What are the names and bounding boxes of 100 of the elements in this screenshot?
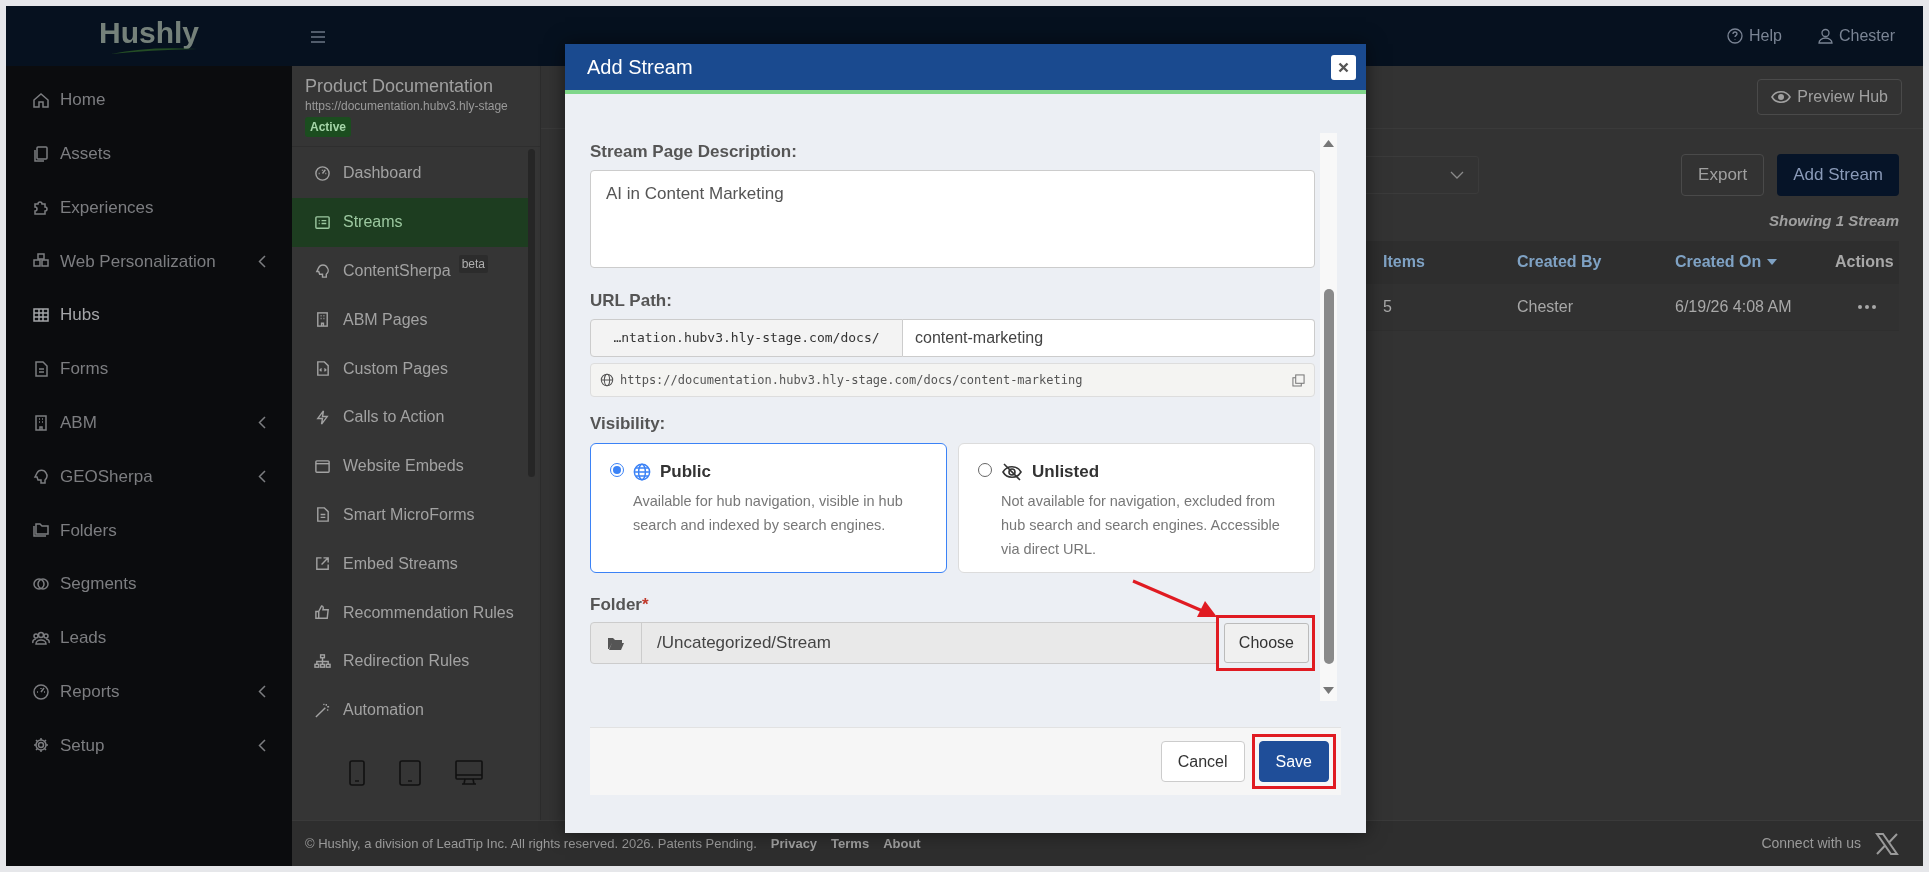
nav-item[interactable]: Setup	[6, 718, 292, 773]
hub-nav-item[interactable]: Redirection Rules	[292, 636, 528, 686]
beta-tag: beta	[458, 254, 488, 273]
nav-item[interactable]: ABM	[6, 395, 292, 450]
nav-item[interactable]: Assets	[6, 126, 292, 181]
add-stream-button[interactable]: Add Stream	[1777, 154, 1899, 196]
choose-button[interactable]: Choose	[1223, 623, 1309, 663]
x-logo-icon[interactable]	[1875, 831, 1899, 856]
hub-nav-item[interactable]: Website Embeds	[292, 441, 528, 491]
scrollbar-thumb[interactable]	[1323, 289, 1334, 664]
scroll-down-icon[interactable]	[1323, 687, 1334, 694]
menu-icon[interactable]	[310, 30, 326, 44]
nav-item[interactable]: Web Personalization	[6, 234, 292, 289]
folders-icon	[32, 521, 50, 540]
hub-nav-item[interactable]: Automation	[292, 685, 528, 735]
scrollbar[interactable]	[528, 149, 535, 477]
scroll-up-icon[interactable]	[1323, 140, 1334, 147]
scrollbar[interactable]	[1320, 133, 1337, 701]
option-description: Not available for navigation, excluded from hub search and search engines. Accessible via direct URL.	[1001, 491, 1281, 559]
option-description: Available for hub navigation, visible in hub search and indexed by search engines.	[633, 491, 904, 535]
column-header[interactable]: Created On	[1675, 250, 1835, 274]
share-icon	[314, 555, 331, 573]
user-icon	[1817, 28, 1833, 44]
column-header[interactable]: Items	[1383, 250, 1517, 274]
visibility-option[interactable]: Public Available for hub navigation, visible in hub search and indexed by search engines.	[590, 443, 947, 573]
copy-icon	[32, 144, 50, 163]
gear-icon	[32, 736, 50, 755]
status-badge: Active	[305, 117, 352, 137]
save-button[interactable]: Save	[1258, 741, 1329, 782]
building-icon	[32, 413, 50, 432]
magic-wand-icon	[314, 701, 331, 719]
help-icon	[1727, 28, 1744, 44]
visibility-option[interactable]: Unlisted Not available for navigation, excluded from hub search and search engines. Accessible via direct URL.	[958, 443, 1315, 573]
hub-nav-item[interactable]: Custom Pages	[292, 344, 528, 393]
eye-icon	[1771, 90, 1792, 104]
footer-link[interactable]: Privacy	[770, 833, 818, 854]
nav-item[interactable]: Home	[6, 73, 292, 127]
nav-item[interactable]: Reports	[6, 664, 292, 719]
help-link[interactable]: Help	[1727, 24, 1782, 48]
eye-slash-icon	[1001, 462, 1023, 481]
puzzle-icon	[32, 198, 50, 217]
cancel-button[interactable]: Cancel	[1160, 741, 1245, 782]
folder-field[interactable]: /Uncategorized/Stream	[590, 622, 1219, 664]
document-icon	[32, 359, 50, 378]
url-path-field[interactable]: content-marketing	[903, 319, 1315, 357]
folder-path: /Uncategorized/Stream	[656, 632, 832, 655]
gauge-icon	[32, 682, 50, 701]
close-icon	[1338, 61, 1349, 73]
table-cell-text: 5	[1383, 296, 1393, 317]
sitemap-icon	[314, 652, 331, 670]
column-header[interactable]: Created By	[1517, 250, 1675, 274]
social-label: Connect with us	[1761, 834, 1861, 853]
nav-item[interactable]: Experiences	[6, 180, 292, 235]
thumbs-up-icon	[314, 604, 331, 622]
copyright-text: © Hushly, a division of LeadTip Inc. All rights reserved. 2026. Patents Pending.	[305, 834, 757, 853]
field-label: Visibility:	[590, 414, 667, 434]
field-label: URL Path:	[590, 291, 673, 311]
table-cell-text: 6/19/26 4:08 AM	[1675, 296, 1793, 317]
hub-nav-item[interactable]: Recommendation Rules	[292, 588, 528, 637]
hub-nav-item[interactable]: Streams	[292, 197, 528, 247]
lightning-icon	[314, 408, 331, 426]
nav-item[interactable]: Hubs	[6, 288, 292, 342]
hub-title: Product Documentation	[305, 75, 495, 98]
hub-url: https://documentation.hubv3.hly-stage	[305, 98, 509, 114]
hub-nav-item[interactable]: Dashboard	[292, 149, 528, 198]
hub-nav-item[interactable]: Smart MicroForms	[292, 490, 528, 540]
hub-nav-item[interactable]: ContentSherpa beta	[292, 246, 528, 296]
folder-icon	[607, 635, 625, 651]
export-button[interactable]: Export	[1681, 154, 1765, 196]
nav-item[interactable]: Leads	[6, 610, 292, 665]
window-icon	[314, 457, 331, 475]
copy-icon[interactable]	[1292, 373, 1305, 387]
dialog-title: Add Stream	[587, 55, 694, 80]
more-icon[interactable]	[1858, 304, 1876, 309]
nav-item[interactable]: Segments	[6, 557, 292, 611]
user-menu[interactable]: Chester	[1817, 24, 1895, 48]
hub-nav-item[interactable]: Embed Streams	[292, 539, 528, 589]
list-icon	[314, 213, 331, 231]
option-title: Unlisted	[1032, 461, 1100, 483]
document-icon	[314, 506, 331, 524]
globe-icon	[633, 462, 651, 481]
column-header: Actions	[1835, 252, 1895, 272]
option-title: Public	[660, 461, 711, 483]
description-field[interactable]: AI in Content Marketing	[590, 170, 1315, 268]
footer-link[interactable]: About	[883, 833, 921, 854]
preview-hub-button[interactable]: Preview Hub	[1757, 79, 1902, 115]
nav-item[interactable]: Forms	[6, 342, 292, 396]
building-icon	[314, 311, 331, 329]
hub-nav-item[interactable]: Calls to Action	[292, 393, 528, 442]
close-button[interactable]	[1331, 54, 1356, 80]
footer-link[interactable]: Terms	[831, 833, 870, 854]
nav-item[interactable]: GEOSherpa	[6, 449, 292, 504]
url-prefix: …ntation.hubv3.hly-stage.com/docs/	[590, 319, 903, 357]
nav-item[interactable]: Folders	[6, 503, 292, 558]
sort-caret-icon	[1767, 259, 1778, 265]
table-cell-text: Chester	[1517, 296, 1575, 317]
field-label: Stream Page Description:	[590, 142, 798, 162]
hub-nav-item[interactable]: ABM Pages	[292, 295, 528, 345]
gauge-icon	[314, 164, 331, 182]
home-icon	[32, 90, 50, 109]
